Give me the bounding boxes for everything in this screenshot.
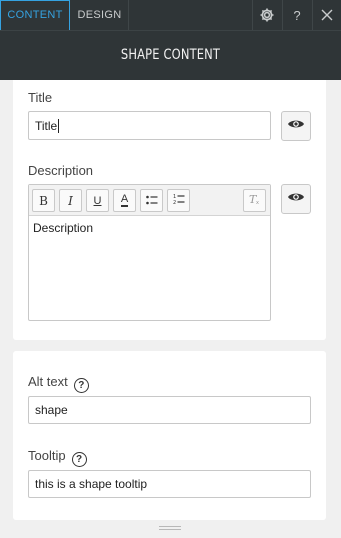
gear-icon [259,7,275,23]
numbered-list-button[interactable]: 12 [167,189,190,212]
alt-text-label: Alt text? [28,374,89,393]
tab-design[interactable]: DESIGN [71,0,129,30]
svg-text:x: x [256,200,259,205]
tooltip-label: Tooltip? [28,448,87,467]
title-input[interactable]: Title [28,111,271,140]
title-input-value: Title [35,118,58,133]
tooltip-label-text: Tooltip [28,448,66,463]
close-button[interactable] [312,0,341,30]
title-label: Title [28,90,53,105]
font-color-icon: A [120,193,129,207]
title-visibility-toggle[interactable] [281,111,311,141]
bulleted-list-button[interactable] [140,189,163,212]
tab-content[interactable]: CONTENT [0,0,70,30]
underline-icon: U [93,194,102,207]
alt-text-input-value: shape [35,403,68,417]
clear-formatting-button[interactable]: Tx [243,189,266,212]
italic-button[interactable]: I [59,189,82,212]
bold-icon: B [39,193,48,208]
description-visibility-toggle[interactable] [281,184,311,214]
help-icon: ? [293,7,301,23]
clear-formatting-icon: Tx [248,193,262,208]
italic-icon: I [68,193,73,208]
tooltip-input-value: this is a shape tooltip [35,477,148,491]
description-label: Description [28,163,94,178]
accessibility-card: Alt text? shape Tooltip? this is a shape… [13,351,326,520]
text-cursor [58,118,60,133]
tooltip-input[interactable]: this is a shape tooltip [28,470,311,498]
top-tab-bar: CONTENT DESIGN ? [0,0,341,30]
close-icon [321,9,333,21]
underline-button[interactable]: U [86,189,109,212]
eye-icon [287,117,305,135]
resize-handle[interactable] [159,526,181,532]
bulleted-list-icon [145,194,158,208]
alt-text-label-text: Alt text [28,374,68,389]
alt-text-input[interactable]: shape [28,396,311,424]
content-card: Title Title Description B I U A 12 T x D… [13,80,326,340]
svg-text:2: 2 [173,200,176,205]
eye-icon [287,190,305,208]
editor-toolbar: B I U A 12 Tx [29,185,270,216]
page-title: SHAPE CONTENT [120,47,221,63]
tooltip-help-icon[interactable]: ? [71,452,87,467]
description-editor[interactable]: B I U A 12 Tx Description [28,184,271,321]
description-editor-text: Description [33,221,94,235]
settings-button[interactable] [252,0,281,30]
help-button[interactable]: ? [282,0,311,30]
panel-header: SHAPE CONTENT [0,30,341,80]
bold-button[interactable]: B [32,189,55,212]
font-color-button[interactable]: A [113,189,136,212]
alt-text-help-icon[interactable]: ? [73,378,89,393]
numbered-list-icon: 12 [173,193,185,208]
